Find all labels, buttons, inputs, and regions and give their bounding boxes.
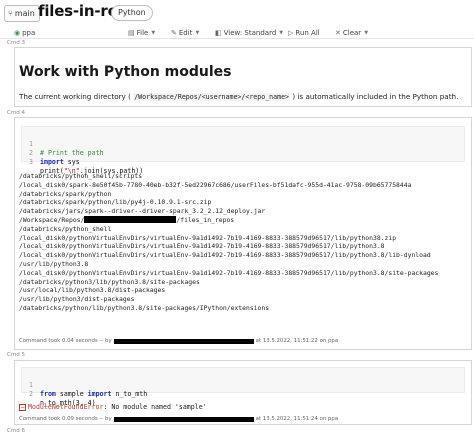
file-icon: ▤ [128, 29, 135, 37]
output-line: /databricks/python3/lib/python3.8/site-p… [19, 277, 200, 286]
output-line: /usr/local/lib/python3.8/dist-packages [19, 286, 166, 295]
redacted-user-email [113, 338, 254, 344]
code-line: 1 from sample import n_to_mth [29, 381, 148, 398]
error-message: : No module named 'sample' [103, 403, 207, 411]
cmd-label: Cmd 5 [7, 352, 25, 358]
collapse-error-icon[interactable]: − [19, 403, 26, 411]
branch-name: main [14, 9, 35, 18]
inline-code: /Workspace/Repos/<username>/<repo_name> [133, 93, 291, 101]
code-line: 2 n_to_mth(3, 4) [29, 390, 96, 407]
output-line: /databricks/python/lib/python3.8/site-pa… [19, 303, 270, 312]
markdown-paragraph: The current working directory ( /Workspa… [19, 92, 459, 101]
code-cell[interactable]: 1 # Print the path 2 import sys 3 print(… [14, 117, 472, 350]
chevron-down-icon: ▼ [364, 30, 369, 36]
error-output: − ModuleNotFoundError: No module named '… [19, 403, 207, 411]
cluster-name: ppa [22, 29, 36, 37]
view-icon: ◧ [215, 29, 222, 37]
command-duration: Command took 0.04 seconds -- by at 13.5.… [19, 338, 339, 344]
code-editor[interactable]: 1 # Print the path 2 import sys 3 print(… [21, 126, 465, 175]
file-menu[interactable]: ▤ File ▼ [128, 27, 155, 39]
clear-menu[interactable]: ✕ Clear ▼ [335, 27, 368, 39]
markdown-heading: Work with Python modules [19, 64, 232, 80]
cell-output: /databricks/python_shell/scripts /local_… [19, 172, 438, 313]
notebook-toolbar: ◉ ppa ▤ File ▼ ✎ Edit ▼ ◧ View: Standard… [0, 27, 474, 39]
run-all-button[interactable]: ▷ Run All [288, 27, 320, 39]
output-line: /local_disk0/pythonVirtualEnvDirs/virtua… [19, 233, 397, 242]
branch-selector[interactable]: ⑂ main [4, 5, 40, 22]
chevron-down-icon: ▼ [279, 30, 284, 36]
play-icon: ▷ [288, 29, 294, 37]
output-line: /databricks/python_shell/scripts [19, 172, 143, 180]
output-line: /Workspace/Repos//files_in_repos [19, 215, 235, 224]
git-branch-icon: ⑂ [8, 9, 13, 18]
edit-menu[interactable]: ✎ Edit ▼ [171, 27, 199, 39]
output-line: /databricks/spark/python/lib/py4j-0.10.9… [19, 198, 212, 207]
code-editor[interactable]: 1 from sample import n_to_mth 2 n_to_mth… [21, 367, 465, 407]
output-line: /local_disk0/pythonVirtualEnvDirs/virtua… [19, 251, 431, 260]
redacted-username [84, 216, 177, 224]
cluster-status-icon: ◉ [14, 29, 21, 37]
output-line: /databricks/python_shell [19, 224, 112, 233]
code-line: 3 print("\n".join(sys.path)) [29, 158, 144, 175]
clear-icon: ✕ [335, 29, 341, 37]
chevron-down-icon: ▼ [151, 30, 156, 36]
code-line: 1 # Print the path [29, 140, 104, 157]
cmd-label: Cmd 4 [7, 110, 25, 116]
output-line: /databricks/jars/spark--driver--driver-s… [19, 207, 266, 216]
output-line: /local_disk0/pythonVirtualEnvDirs/virtua… [19, 268, 439, 277]
output-line: /usr/lib/python3/dist-packages [19, 295, 135, 304]
command-duration: Command took 0.09 seconds -- by at 13.5.… [19, 416, 339, 422]
error-name: ModuleNotFoundError [28, 403, 104, 411]
cluster-selector[interactable]: ◉ ppa [14, 27, 35, 39]
output-line: /local_disk0/spark-8e50f45b-7780-40eb-b3… [19, 180, 412, 189]
output-line: /databricks/spark/python [19, 189, 112, 198]
cmd-label: Cmd 3 [7, 40, 25, 46]
notebook-header: ⑂ main files-in-repos Python [0, 0, 474, 27]
code-line: 2 import sys [29, 149, 80, 166]
code-cell[interactable]: 1 from sample import n_to_mth 2 n_to_mth… [14, 360, 472, 425]
cmd-label: Cmd 6 [7, 428, 25, 434]
output-line: /usr/lib/python3.8 [19, 259, 89, 268]
chevron-down-icon: ▼ [195, 30, 200, 36]
view-menu[interactable]: ◧ View: Standard ▼ [215, 27, 283, 39]
markdown-cell[interactable]: Work with Python modules The current wor… [14, 47, 472, 107]
redacted-user-email [113, 416, 254, 422]
output-line: /local_disk0/pythonVirtualEnvDirs/virtua… [19, 242, 385, 251]
language-badge[interactable]: Python [111, 5, 153, 21]
edit-icon: ✎ [171, 29, 177, 37]
